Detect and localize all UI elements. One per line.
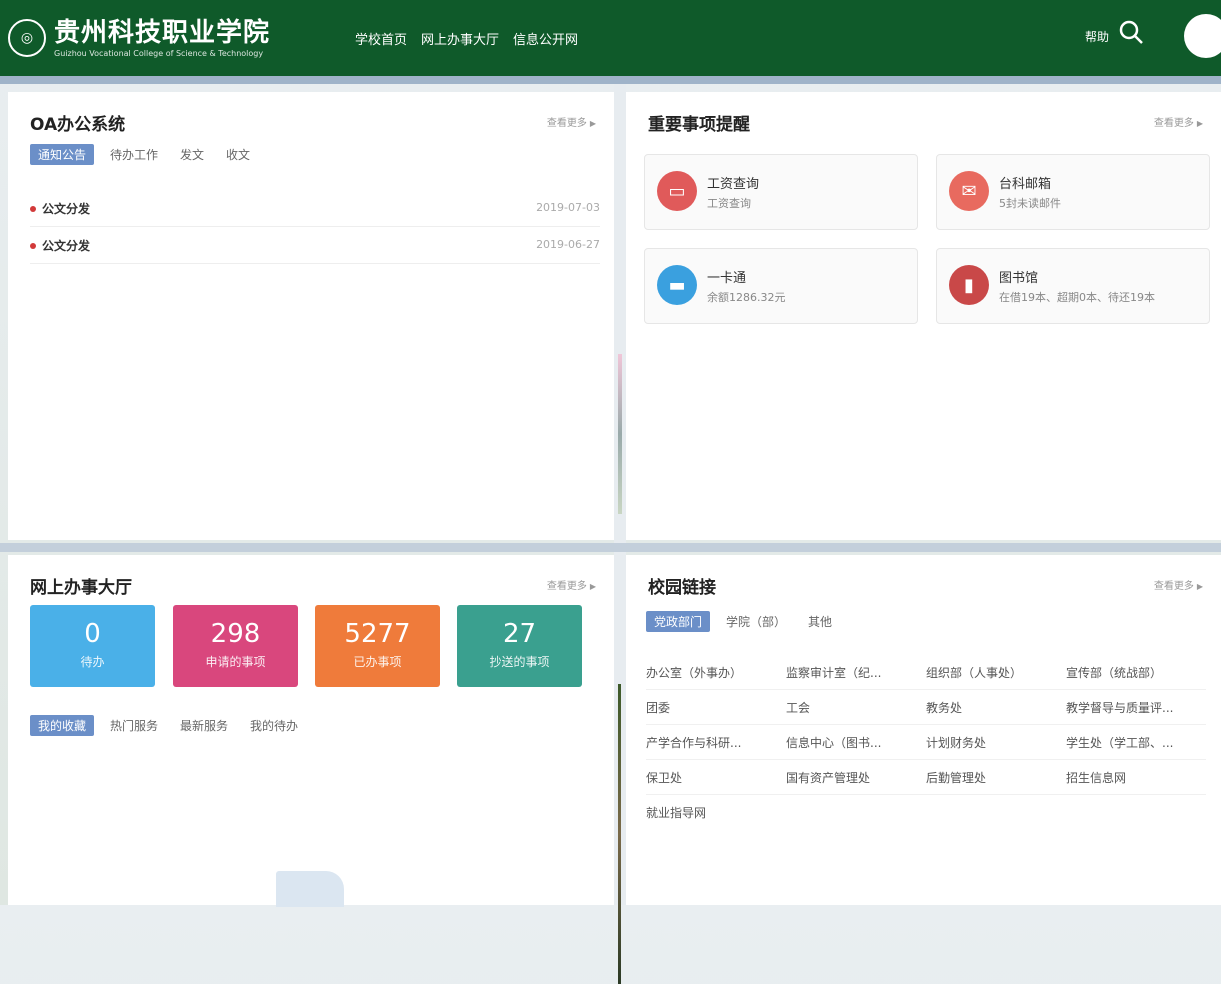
oa-tabs: 通知公告 待办工作 发文 收文 <box>30 144 256 165</box>
list-item[interactable]: 公文分发 2019-07-03 <box>30 190 600 227</box>
tab-outgoing-docs[interactable]: 发文 <box>174 144 210 165</box>
links-row: 就业指导网 <box>646 795 1206 829</box>
bullet-dot-icon <box>30 243 36 249</box>
notice-title[interactable]: 公文分发 <box>42 200 90 217</box>
bullet-dot-icon <box>30 206 36 212</box>
card-library[interactable]: ▮ 图书馆 在借19本、超期0本、待还19本 <box>936 248 1210 324</box>
tab-colleges[interactable]: 学院（部） <box>720 611 792 632</box>
hall-tabs: 我的收藏 热门服务 最新服务 我的待办 <box>30 715 304 736</box>
links-more-link[interactable]: 查看更多 ▶ <box>1154 577 1203 592</box>
list-item[interactable]: 公文分发 2019-06-27 <box>30 227 600 264</box>
links-row: 团委 工会 教务处 教学督导与质量评... <box>646 690 1206 725</box>
card-icon: ▬ <box>657 265 697 305</box>
link-item[interactable]: 组织部（人事处） <box>926 664 1066 681</box>
card-salary[interactable]: ▭ 工资查询 工资查询 <box>644 154 918 230</box>
oa-more-link[interactable]: 查看更多 ▶ <box>547 114 596 129</box>
card-mail[interactable]: ✉ 台科邮箱 5封未读邮件 <box>936 154 1210 230</box>
arrow-right-icon: ▶ <box>1196 119 1203 128</box>
tab-others[interactable]: 其他 <box>802 611 838 632</box>
stat-done[interactable]: 5277 已办事项 <box>315 605 440 687</box>
notice-date: 2019-07-03 <box>536 201 600 214</box>
notice-date: 2019-06-27 <box>536 238 600 251</box>
link-item[interactable]: 就业指导网 <box>646 804 786 821</box>
stat-todo[interactable]: 0 待办 <box>30 605 155 687</box>
empty-file-icon <box>276 871 344 907</box>
help-link[interactable]: 帮助 <box>1085 28 1109 45</box>
card-campus-card[interactable]: ▬ 一卡通 余额1286.32元 <box>644 248 918 324</box>
header-strip <box>0 76 1221 84</box>
reminders-title: 重要事项提醒 <box>648 115 750 135</box>
book-icon: ▮ <box>949 265 989 305</box>
nav-online-service-hall[interactable]: 网上办事大厅 <box>421 29 499 48</box>
tab-party-gov[interactable]: 党政部门 <box>646 611 711 632</box>
tab-pending-work[interactable]: 待办工作 <box>104 144 164 165</box>
link-item[interactable]: 后勤管理处 <box>926 769 1066 786</box>
link-item[interactable]: 国有资产管理处 <box>786 769 926 786</box>
tab-incoming-docs[interactable]: 收文 <box>220 144 256 165</box>
tab-my-favorites[interactable]: 我的收藏 <box>30 715 95 736</box>
link-item[interactable]: 宣传部（统战部） <box>1066 664 1206 681</box>
link-item[interactable]: 产学合作与科研... <box>646 734 786 751</box>
horizontal-divider <box>0 543 1221 552</box>
links-row: 产学合作与科研... 信息中心（图书... 计划财务处 学生处（学工部、... <box>646 725 1206 760</box>
link-item[interactable]: 保卫处 <box>646 769 786 786</box>
notice-title[interactable]: 公文分发 <box>42 237 90 254</box>
main-nav: 学校首页 网上办事大厅 信息公开网 <box>355 0 578 76</box>
campus-links-panel: 校园链接 查看更多 ▶ 党政部门 学院（部） 其他 办公室（外事办） 监察审计室（… <box>626 555 1221 905</box>
link-item[interactable]: 学生处（学工部、... <box>1066 734 1206 751</box>
links-title: 校园链接 <box>648 578 716 598</box>
arrow-right-icon: ▶ <box>1196 582 1203 591</box>
link-item[interactable]: 工会 <box>786 699 926 716</box>
tab-my-todo[interactable]: 我的待办 <box>244 715 304 736</box>
link-item[interactable]: 信息中心（图书... <box>786 734 926 751</box>
avatar[interactable] <box>1184 14 1221 58</box>
logo-subtitle: Guizhou Vocational College of Science & … <box>54 48 264 58</box>
stat-applied[interactable]: 298 申请的事项 <box>173 605 298 687</box>
link-item[interactable]: 监察审计室（纪... <box>786 664 926 681</box>
hall-title: 网上办事大厅 <box>30 578 132 598</box>
school-logo[interactable]: ◎ 贵州科技职业学院 Guizhou Vocational College of… <box>8 10 270 66</box>
monitor-icon: ▭ <box>657 171 697 211</box>
oa-panel: OA办公系统 查看更多 ▶ 通知公告 待办工作 发文 收文 公文分发 2019-0… <box>8 92 614 540</box>
links-grid: 办公室（外事办） 监察审计室（纪... 组织部（人事处） 宣传部（统战部） 团委… <box>646 655 1206 829</box>
background-divider <box>614 84 626 984</box>
arrow-right-icon: ▶ <box>589 582 596 591</box>
links-row: 办公室（外事办） 监察审计室（纪... 组织部（人事处） 宣传部（统战部） <box>646 655 1206 690</box>
link-item[interactable]: 团委 <box>646 699 786 716</box>
links-row: 保卫处 国有资产管理处 后勤管理处 招生信息网 <box>646 760 1206 795</box>
stat-cc[interactable]: 27 抄送的事项 <box>457 605 582 687</box>
notice-list: 公文分发 2019-07-03 公文分发 2019-06-27 <box>30 190 600 264</box>
oa-title: OA办公系统 <box>30 115 126 135</box>
top-navbar: ◎ 贵州科技职业学院 Guizhou Vocational College of… <box>0 0 1221 84</box>
nav-info-disclosure[interactable]: 信息公开网 <box>513 29 578 48</box>
logo-title: 贵州科技职业学院 <box>54 17 271 48</box>
important-reminders-panel: 重要事项提醒 查看更多 ▶ ▭ 工资查询 工资查询 ✉ 台科邮箱 5封未读邮件 ▬… <box>626 92 1221 540</box>
hall-more-link[interactable]: 查看更多 ▶ <box>547 577 596 592</box>
arrow-right-icon: ▶ <box>589 119 596 128</box>
reminders-more-link[interactable]: 查看更多 ▶ <box>1154 114 1203 129</box>
search-icon[interactable] <box>1117 18 1147 48</box>
online-service-hall-panel: 网上办事大厅 查看更多 ▶ 0 待办 298 申请的事项 5277 已办事项 27… <box>8 555 614 907</box>
tab-notices[interactable]: 通知公告 <box>30 144 95 165</box>
tab-latest-services[interactable]: 最新服务 <box>174 715 234 736</box>
link-item[interactable]: 教务处 <box>926 699 1066 716</box>
link-item[interactable]: 招生信息网 <box>1066 769 1206 786</box>
mail-icon: ✉ <box>949 171 989 211</box>
logo-emblem-icon: ◎ <box>8 19 46 57</box>
link-item[interactable]: 办公室（外事办） <box>646 664 786 681</box>
tab-popular-services[interactable]: 热门服务 <box>104 715 164 736</box>
link-item[interactable]: 计划财务处 <box>926 734 1066 751</box>
link-item[interactable]: 教学督导与质量评... <box>1066 699 1206 716</box>
links-tabs: 党政部门 学院（部） 其他 <box>646 611 838 632</box>
nav-school-home[interactable]: 学校首页 <box>355 29 407 48</box>
